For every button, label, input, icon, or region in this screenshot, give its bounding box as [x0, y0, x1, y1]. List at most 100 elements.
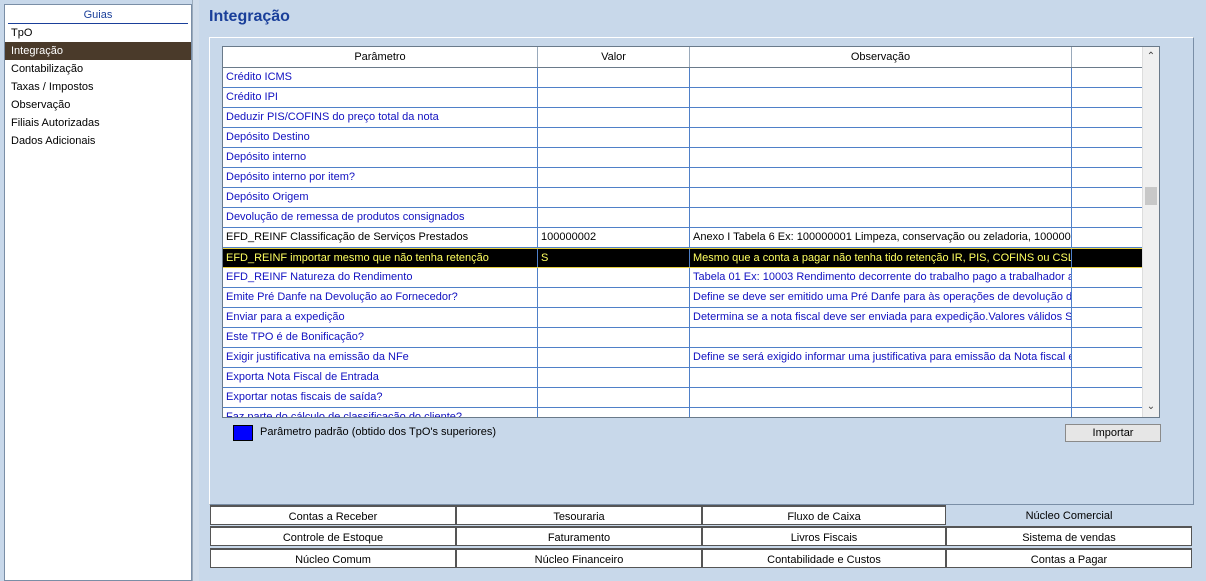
value-cell[interactable] — [538, 108, 690, 127]
observation-cell[interactable] — [690, 128, 1072, 147]
value-cell[interactable]: S — [538, 249, 690, 267]
observation-cell[interactable] — [690, 208, 1072, 227]
observation-cell[interactable]: Determina se a nota fiscal deve ser envi… — [690, 308, 1072, 327]
value-cell[interactable] — [538, 328, 690, 347]
table-row[interactable]: Crédito ICMS — [223, 68, 1159, 88]
column-header-extra[interactable] — [1072, 47, 1144, 67]
table-row[interactable]: Devolução de remessa de produtos consign… — [223, 208, 1159, 228]
tab-nucleo-financeiro[interactable]: Núcleo Financeiro — [456, 548, 702, 568]
value-cell[interactable] — [538, 208, 690, 227]
value-cell[interactable] — [538, 128, 690, 147]
observation-cell[interactable] — [690, 108, 1072, 127]
table-row[interactable]: Enviar para a expedição Determina se a no… — [223, 308, 1159, 328]
observation-cell[interactable] — [690, 388, 1072, 407]
parameter-cell[interactable]: Exportar notas fiscais de saída? — [223, 388, 538, 407]
extra-cell[interactable] — [1072, 148, 1144, 167]
parameter-cell[interactable]: Faz parte do cálculo de classificação do… — [223, 408, 538, 417]
value-cell[interactable] — [538, 68, 690, 87]
observation-cell[interactable] — [690, 408, 1072, 417]
scroll-up-icon[interactable]: ⌃ — [1143, 49, 1159, 65]
parameter-cell[interactable]: EFD_REINF Classificação de Serviços Pres… — [223, 228, 538, 247]
parameter-cell[interactable]: EFD_REINF importar mesmo que não tenha r… — [223, 249, 538, 267]
value-cell[interactable] — [538, 188, 690, 207]
parameter-cell[interactable]: Crédito IPI — [223, 88, 538, 107]
tab-faturamento[interactable]: Faturamento — [456, 526, 702, 546]
extra-cell[interactable] — [1072, 368, 1144, 387]
value-cell[interactable] — [538, 148, 690, 167]
table-row[interactable]: Exigir justificativa na emissão da NFe De… — [223, 348, 1159, 368]
table-row[interactable]: Exportar notas fiscais de saída? — [223, 388, 1159, 408]
observation-cell[interactable]: Mesmo que a conta a pagar não tenha tido… — [690, 249, 1072, 267]
extra-cell[interactable] — [1072, 88, 1144, 107]
parameter-cell[interactable]: Depósito interno — [223, 148, 538, 167]
extra-cell[interactable] — [1072, 208, 1144, 227]
parameter-cell[interactable]: Exporta Nota Fiscal de Entrada — [223, 368, 538, 387]
tab-tesouraria[interactable]: Tesouraria — [456, 505, 702, 525]
sidebar-item-dados-adicionais[interactable]: Dados Adicionais — [5, 132, 191, 150]
value-cell[interactable] — [538, 88, 690, 107]
parameter-cell[interactable]: Emite Pré Danfe na Devolução ao Forneced… — [223, 288, 538, 307]
sidebar-item-tpo[interactable]: TpO — [5, 24, 191, 42]
observation-cell[interactable]: Tabela 01 Ex: 10003 Rendimento decorrent… — [690, 268, 1072, 287]
table-row[interactable]: Depósito interno por item? — [223, 168, 1159, 188]
extra-cell[interactable] — [1072, 328, 1144, 347]
tab-nucleo-comum[interactable]: Núcleo Comum — [210, 548, 456, 568]
table-row[interactable]: Emite Pré Danfe na Devolução ao Forneced… — [223, 288, 1159, 308]
splitter[interactable] — [192, 0, 199, 581]
parameter-cell[interactable]: EFD_REINF Natureza do Rendimento — [223, 268, 538, 287]
value-cell[interactable] — [538, 288, 690, 307]
tab-contas-a-receber[interactable]: Contas a Receber — [210, 505, 456, 525]
scroll-down-icon[interactable]: ⌄ — [1143, 399, 1159, 415]
parameter-cell[interactable]: Depósito interno por item? — [223, 168, 538, 187]
vertical-scrollbar[interactable]: ⌃ ⌄ — [1142, 47, 1159, 417]
extra-cell[interactable] — [1072, 128, 1144, 147]
table-row[interactable]: Depósito Origem — [223, 188, 1159, 208]
table-row[interactable]: Depósito interno — [223, 148, 1159, 168]
extra-cell[interactable] — [1072, 408, 1144, 417]
observation-cell[interactable] — [690, 328, 1072, 347]
scroll-thumb[interactable] — [1145, 187, 1157, 205]
extra-cell[interactable] — [1072, 68, 1144, 87]
extra-cell[interactable] — [1072, 228, 1144, 247]
observation-cell[interactable] — [690, 68, 1072, 87]
value-cell[interactable] — [538, 368, 690, 387]
parameter-cell[interactable]: Depósito Origem — [223, 188, 538, 207]
extra-cell[interactable] — [1072, 168, 1144, 187]
table-row[interactable]: EFD_REINF Classificação de Serviços Pres… — [223, 228, 1159, 248]
extra-cell[interactable] — [1072, 288, 1144, 307]
column-header-parametro[interactable]: Parâmetro — [223, 47, 538, 67]
table-row[interactable]: Este TPO é de Bonificação? — [223, 328, 1159, 348]
observation-cell[interactable] — [690, 188, 1072, 207]
observation-cell[interactable] — [690, 88, 1072, 107]
import-button[interactable]: Importar — [1065, 424, 1161, 442]
value-cell[interactable] — [538, 168, 690, 187]
sidebar-item-filiais-autorizadas[interactable]: Filiais Autorizadas — [5, 114, 191, 132]
table-row[interactable]: Depósito Destino — [223, 128, 1159, 148]
sidebar-item-contabiliza-o[interactable]: Contabilização — [5, 60, 191, 78]
extra-cell[interactable] — [1072, 388, 1144, 407]
table-row[interactable]: Exporta Nota Fiscal de Entrada — [223, 368, 1159, 388]
observation-cell[interactable]: Define se deve ser emitido uma Pré Danfe… — [690, 288, 1072, 307]
value-cell[interactable] — [538, 348, 690, 367]
value-cell[interactable] — [538, 268, 690, 287]
parameter-cell[interactable]: Deduzir PIS/COFINS do preço total da not… — [223, 108, 538, 127]
parameter-cell[interactable]: Crédito ICMS — [223, 68, 538, 87]
tab-fluxo-de-caixa[interactable]: Fluxo de Caixa — [702, 505, 946, 525]
extra-cell[interactable] — [1072, 188, 1144, 207]
tab-controle-de-estoque[interactable]: Controle de Estoque — [210, 526, 456, 546]
extra-cell[interactable] — [1072, 249, 1144, 267]
value-cell[interactable]: 100000002 — [538, 228, 690, 247]
observation-cell[interactable]: Anexo I Tabela 6 Ex: 100000001 Limpeza, … — [690, 228, 1072, 247]
observation-cell[interactable] — [690, 148, 1072, 167]
value-cell[interactable] — [538, 408, 690, 417]
sidebar-item-observa-o[interactable]: Observação — [5, 96, 191, 114]
tab-contas-a-pagar[interactable]: Contas a Pagar — [946, 548, 1192, 568]
column-header-observacao[interactable]: Observação — [690, 47, 1072, 67]
tab-nucleo-comercial[interactable]: Núcleo Comercial — [946, 505, 1192, 525]
tab-contabilidade-e-custos[interactable]: Contabilidade e Custos — [702, 548, 946, 568]
table-row[interactable]: Faz parte do cálculo de classificação do… — [223, 408, 1159, 417]
observation-cell[interactable] — [690, 168, 1072, 187]
observation-cell[interactable] — [690, 368, 1072, 387]
table-row[interactable]: Deduzir PIS/COFINS do preço total da not… — [223, 108, 1159, 128]
extra-cell[interactable] — [1072, 308, 1144, 327]
